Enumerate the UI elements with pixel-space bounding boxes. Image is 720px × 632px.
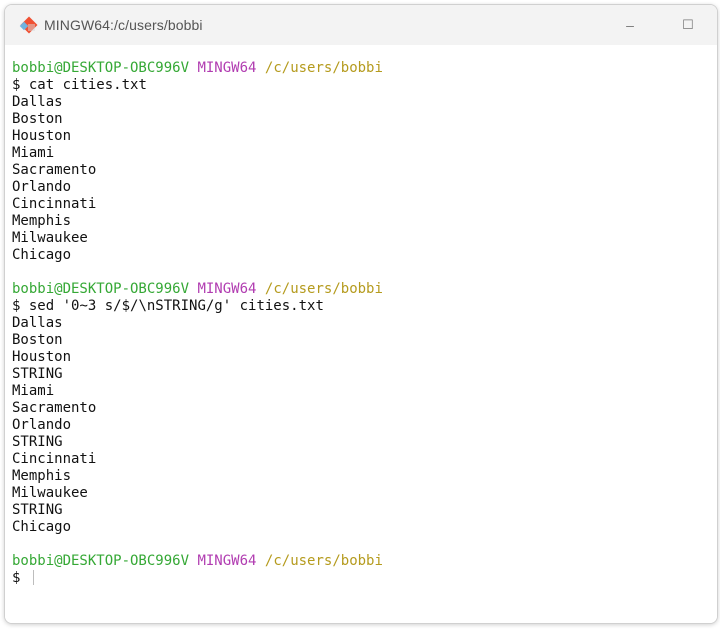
command-line: $ cat cities.txt: [12, 77, 383, 94]
git-bash-icon: [19, 15, 39, 35]
output-line: Orlando: [12, 417, 72, 433]
output-line: Sacramento: [12, 162, 97, 178]
output-line: Orlando: [12, 179, 72, 195]
prompt-symbol: $: [12, 77, 21, 93]
output-line: STRING: [12, 366, 63, 382]
window-controls: – ☐: [601, 5, 717, 45]
output-line: Cincinnati: [12, 451, 97, 467]
output-line: Chicago: [12, 247, 72, 263]
prompt-user: bobbi@DESKTOP-OBC996V: [12, 60, 190, 76]
prompt-line: bobbi@DESKTOP-OBC996V MINGW64 /c/users/b…: [12, 60, 383, 77]
prompt-path: /c/users/bobbi: [264, 553, 383, 569]
output-line: Dallas: [12, 315, 63, 331]
output-line: Sacramento: [12, 400, 97, 416]
prompt-symbol: $: [12, 570, 21, 586]
prompt-shell: MINGW64: [197, 553, 257, 569]
minimize-button[interactable]: –: [601, 5, 659, 45]
title-bar[interactable]: MINGW64:/c/users/bobbi – ☐: [5, 5, 717, 45]
terminal-area[interactable]: bobbi@DESKTOP-OBC996V MINGW64 /c/users/b…: [5, 45, 717, 623]
prompt-path: /c/users/bobbi: [264, 281, 383, 297]
output-line: Dallas: [12, 94, 63, 110]
prompt-user: bobbi@DESKTOP-OBC996V: [12, 281, 190, 297]
output-line: Memphis: [12, 468, 72, 484]
output-line: Boston: [12, 332, 63, 348]
prompt-line: bobbi@DESKTOP-OBC996V MINGW64 /c/users/b…: [12, 281, 383, 298]
output-line: Houston: [12, 128, 72, 144]
output-line: Cincinnati: [12, 196, 97, 212]
prompt-path: /c/users/bobbi: [264, 60, 383, 76]
output-line: Boston: [12, 111, 63, 127]
output-line: Chicago: [12, 519, 72, 535]
window-title: MINGW64:/c/users/bobbi: [44, 17, 203, 33]
prompt-symbol: $: [12, 298, 21, 314]
command-line: $ sed '0~3 s/$/\nSTRING/g' cities.txt: [12, 298, 383, 315]
command-text: sed '0~3 s/$/\nSTRING/g' cities.txt: [28, 298, 324, 314]
command-line: $: [12, 570, 383, 587]
prompt-line: bobbi@DESKTOP-OBC996V MINGW64 /c/users/b…: [12, 553, 383, 570]
output-line: Milwaukee: [12, 485, 88, 501]
maximize-button[interactable]: ☐: [659, 5, 717, 45]
output-line: STRING: [12, 502, 63, 518]
prompt-user: bobbi@DESKTOP-OBC996V: [12, 553, 190, 569]
output-line: Miami: [12, 145, 55, 161]
terminal-window: MINGW64:/c/users/bobbi – ☐ bobbi@DESKTOP…: [4, 4, 718, 624]
output-line: Houston: [12, 349, 72, 365]
prompt-shell: MINGW64: [197, 281, 257, 297]
terminal-output: bobbi@DESKTOP-OBC996V MINGW64 /c/users/b…: [12, 60, 383, 587]
minimize-icon: –: [626, 17, 634, 33]
command-text: cat cities.txt: [28, 77, 147, 93]
output-line: STRING: [12, 434, 63, 450]
maximize-icon: ☐: [682, 17, 694, 32]
output-line: Miami: [12, 383, 55, 399]
text-cursor: [32, 570, 34, 585]
prompt-shell: MINGW64: [197, 60, 257, 76]
output-line: Memphis: [12, 213, 72, 229]
output-line: Milwaukee: [12, 230, 88, 246]
